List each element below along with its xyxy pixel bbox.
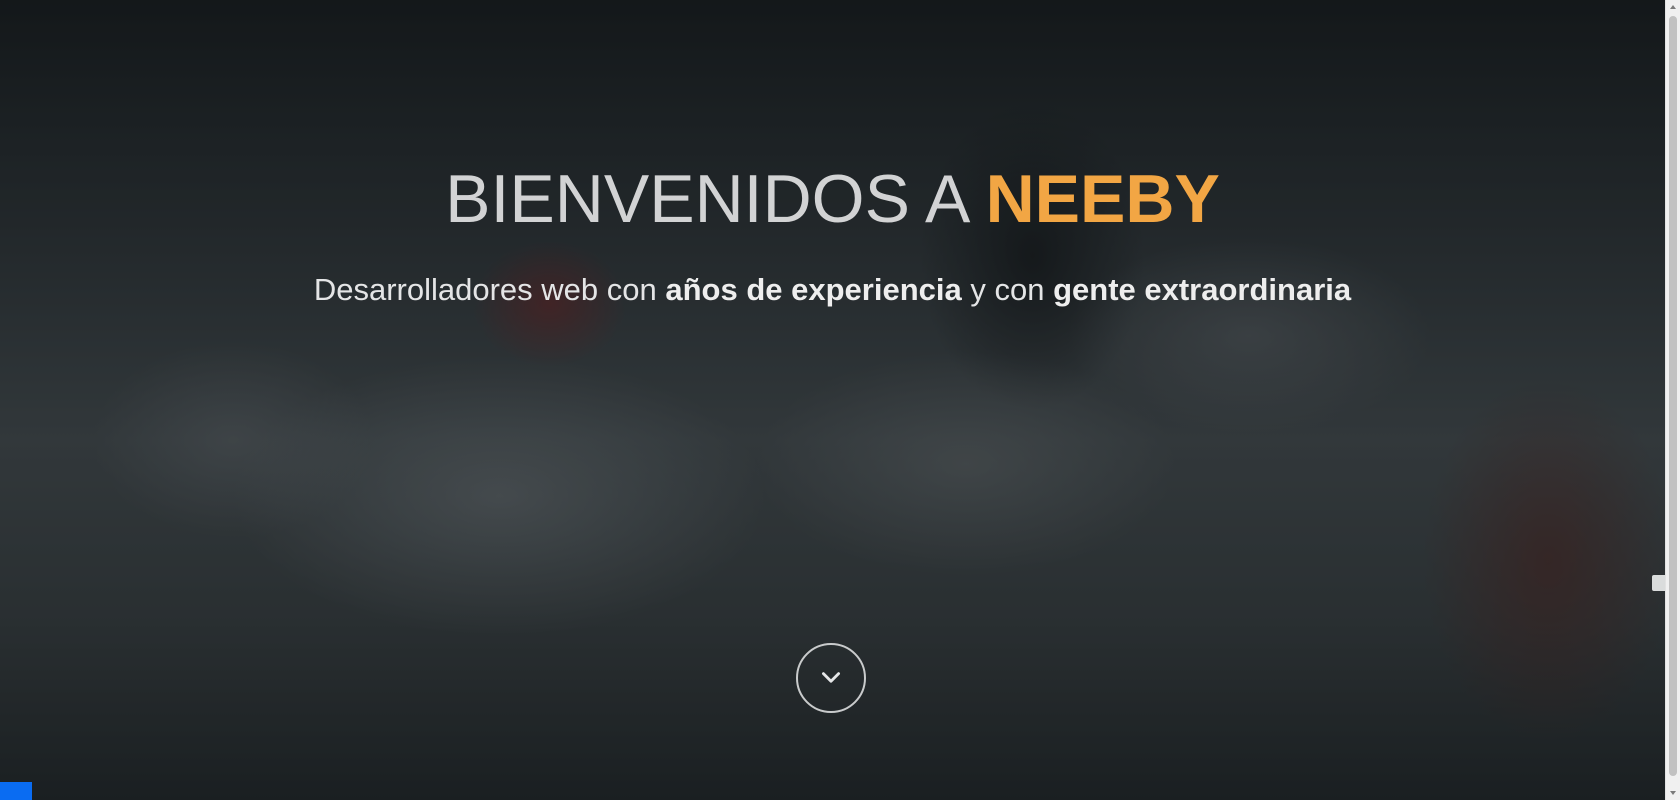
page-scrollbar[interactable] <box>1665 0 1680 800</box>
page-viewport: BIENVENIDOS A NEEBY Desarrolladores web … <box>0 0 1665 800</box>
corner-chat-widget[interactable] <box>0 782 32 800</box>
subtitle-text-1: Desarrolladores web con <box>313 272 666 307</box>
scroll-down-arrow-icon[interactable] <box>1666 786 1680 800</box>
scroll-down-button[interactable] <box>796 643 866 713</box>
chevron-down-icon <box>822 672 840 683</box>
hero-title-prefix: BIENVENIDOS A <box>445 161 986 237</box>
hero-title: BIENVENIDOS A NEEBY <box>0 160 1665 238</box>
scrollbar-thumb[interactable] <box>1669 16 1677 776</box>
subtitle-highlight-people: gente extraordinaria <box>1053 272 1352 307</box>
scroll-up-arrow-icon[interactable] <box>1666 0 1680 14</box>
hero-subtitle: Desarrolladores web con años de experien… <box>0 270 1665 310</box>
subtitle-text-2: y con <box>961 272 1054 307</box>
brand-name: NEEBY <box>985 161 1220 237</box>
subtitle-highlight-experience: años de experiencia <box>665 272 962 307</box>
side-feedback-tab[interactable] <box>1652 575 1665 591</box>
